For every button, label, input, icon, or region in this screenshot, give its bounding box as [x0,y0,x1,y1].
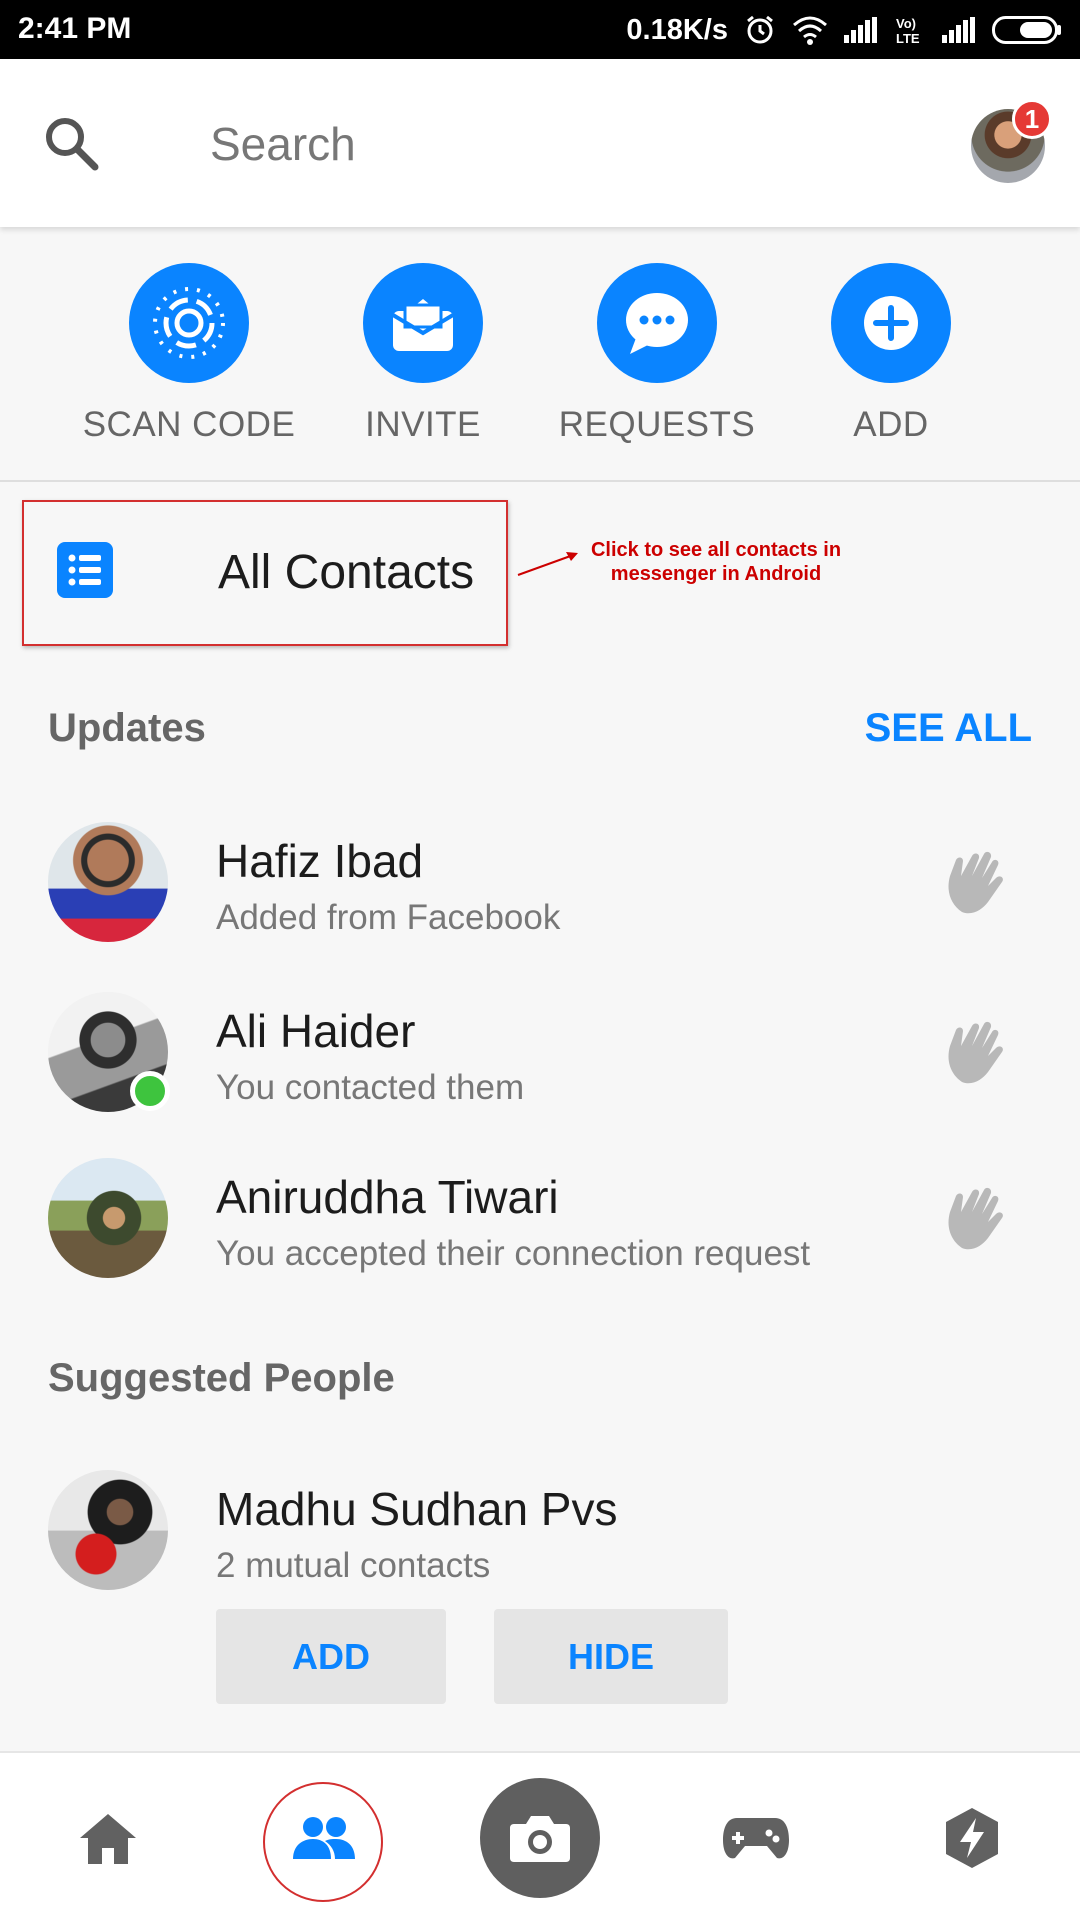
wave-icon[interactable] [942,1020,1016,1088]
status-bar: 2:41 PM 0.18K/s Vo) LTE [0,0,1080,59]
scan-code-button[interactable]: SCAN CODE [72,263,306,445]
search-header: 1 [0,59,1080,227]
svg-text:LTE: LTE [896,31,920,45]
add-label: ADD [853,405,929,444]
volte-icon: Vo) LTE [896,16,920,45]
invite-envelope-icon [363,263,483,383]
requests-chat-icon [597,263,717,383]
bottom-nav [0,1751,1080,1920]
wifi-icon [793,16,827,45]
hide-suggestion-button[interactable]: HIDE [494,1609,728,1704]
add-suggestion-button[interactable]: ADD [216,1609,446,1704]
search-icon[interactable] [42,114,100,172]
online-status-dot [130,1071,170,1111]
contact-name: Hafiz Ibad [216,835,424,887]
contacts-list-icon [57,542,113,598]
nav-camera[interactable] [432,1753,648,1920]
all-contacts-label: All Contacts [218,546,475,599]
annotation-arrow-icon [517,552,578,576]
suggested-title: Suggested People [48,1356,395,1400]
status-icons: 0.18K/s Vo) LTE [626,10,1062,50]
home-icon [80,1813,136,1864]
wave-icon[interactable] [942,1186,1016,1254]
alarm-icon [747,15,773,44]
network-speed: 0.18K/s [626,13,728,46]
contact-subtitle: You accepted their connection request [216,1234,811,1273]
nav-discover[interactable] [864,1753,1080,1920]
all-contacts-item[interactable]: All Contacts [22,500,508,646]
nav-games[interactable] [648,1753,864,1920]
search-input[interactable] [210,114,810,174]
contact-subtitle: 2 mutual contacts [216,1546,491,1585]
avatar [48,1470,168,1590]
invite-label: INVITE [365,405,481,444]
suggested-row-madhu: Madhu Sudhan Pvs 2 mutual contacts ADD H… [0,1470,1080,1710]
signal-1-icon [844,17,877,43]
camera-icon [480,1777,600,1898]
contact-subtitle: Added from Facebook [216,898,561,937]
scan-code-label: SCAN CODE [82,405,296,444]
people-tab-highlight-ring [263,1782,383,1902]
add-plus-icon [831,263,951,383]
see-all-link[interactable]: SEE ALL [865,706,1032,751]
notification-badge: 1 [1012,99,1052,139]
nav-home[interactable] [0,1753,216,1920]
update-row-aniruddha[interactable]: Aniruddha Tiwari You accepted their conn… [0,1158,1080,1288]
requests-button[interactable]: REQUESTS [540,263,774,445]
contact-name: Ali Haider [216,1005,416,1057]
contact-name: Madhu Sudhan Pvs [216,1483,618,1535]
add-contact-button[interactable]: ADD [774,263,1008,445]
svg-text:Vo): Vo) [896,16,916,31]
games-icon [723,1817,789,1858]
signal-2-icon [942,17,975,43]
avatar [48,822,168,942]
discover-bolt-icon [946,1807,998,1868]
requests-label: REQUESTS [558,405,756,444]
battery-icon [992,16,1061,44]
invite-button[interactable]: INVITE [306,263,540,445]
annotation-text: Click to see all contacts in messenger i… [590,539,842,585]
scan-code-icon [129,263,249,383]
contact-subtitle: You contacted them [216,1068,525,1107]
quick-actions: SCAN CODE INVITE REQUESTS ADD [0,227,1080,482]
update-row-hafiz[interactable]: Hafiz Ibad Added from Facebook [0,822,1080,952]
avatar [48,1158,168,1278]
status-time: 2:41 PM [18,12,132,45]
updates-title: Updates [48,706,206,750]
wave-icon[interactable] [942,850,1016,918]
contact-name: Aniruddha Tiwari [216,1171,559,1223]
